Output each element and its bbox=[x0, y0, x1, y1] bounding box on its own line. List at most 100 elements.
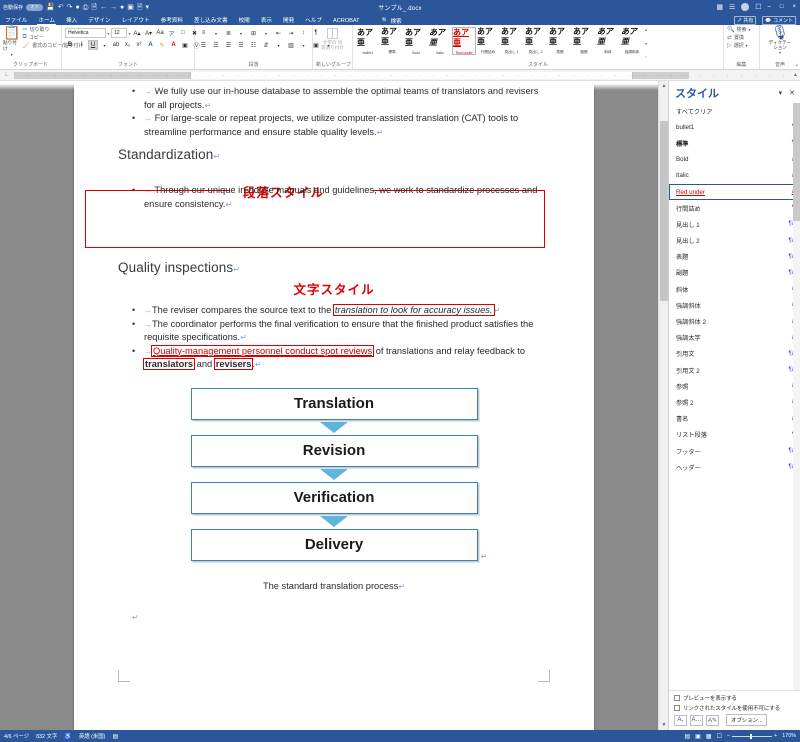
style-gallery-more-icon[interactable]: ▫ bbox=[645, 54, 647, 59]
tab-insert[interactable]: 挿入 bbox=[65, 16, 78, 25]
boxed-red-underline-phrase[interactable]: Quality-management personnel conduct spo… bbox=[150, 344, 375, 357]
redo-icon[interactable]: ↷ bbox=[67, 4, 73, 11]
document-body[interactable]: → We fully use our in-house database to … bbox=[85, 85, 550, 712]
language-indicator[interactable]: 英語 (米国) bbox=[79, 732, 106, 740]
close-icon[interactable]: ✕ bbox=[789, 89, 795, 97]
open2-icon[interactable]: 🗎 bbox=[137, 4, 143, 11]
style-gallery-item-normal[interactable]: あア亜 標準 bbox=[380, 27, 404, 55]
tab-review[interactable]: 校閲 bbox=[238, 16, 251, 25]
document-canvas[interactable]: → We fully use our in-house database to … bbox=[0, 81, 668, 730]
zoom-out-button[interactable]: − bbox=[727, 733, 730, 739]
heading-standardization[interactable]: Standardization↵ bbox=[118, 147, 550, 162]
quick-access-toolbar[interactable]: 自動保存 オフ 💾 ↶ ↷ ● ⎙ 🗎 ← → ● ▣ 🗎 ▾ bbox=[0, 3, 149, 11]
multilevel-list-icon[interactable]: ⊞ bbox=[248, 28, 259, 38]
boxed-italic-phrase[interactable]: translation to look for accuracy issues. bbox=[332, 304, 495, 316]
flowchart[interactable]: Translation Revision Verification Delive… bbox=[118, 387, 550, 561]
maximize-button[interactable]: □ bbox=[780, 4, 784, 10]
scroll-down-icon[interactable]: ▼ bbox=[659, 720, 668, 730]
web-layout-icon[interactable]: ▦ bbox=[706, 733, 712, 740]
text-effects-icon[interactable]: A bbox=[146, 40, 156, 50]
scroll-up-icon[interactable]: ▴ bbox=[645, 27, 647, 32]
style-item-reference-2[interactable]: 参照 2a bbox=[669, 394, 800, 410]
style-item-heading2[interactable]: 見出し 2 ¶a bbox=[669, 233, 800, 249]
style-item-bullet1[interactable]: bullet1¶ bbox=[669, 119, 800, 135]
character-shading-icon[interactable]: ▣ bbox=[180, 40, 190, 50]
styles-pane-scrollbar[interactable] bbox=[793, 103, 800, 690]
zoom-knob[interactable] bbox=[750, 733, 753, 739]
page-indicator[interactable]: 4/6 ページ bbox=[4, 732, 29, 740]
scroll-down-icon[interactable]: ▾ bbox=[645, 41, 647, 46]
style-item-strong-bold[interactable]: 強調太字a bbox=[669, 330, 800, 346]
document-page[interactable]: → We fully use our in-house database to … bbox=[74, 81, 594, 730]
record-icon[interactable]: ● bbox=[120, 4, 124, 11]
list-item[interactable]: →The reviser compares the source text to… bbox=[132, 304, 550, 318]
tab-references[interactable]: 参考資料 bbox=[160, 16, 184, 25]
ruler-toggle-icon[interactable]: ▲ bbox=[793, 72, 798, 78]
strikethrough-icon[interactable]: ab bbox=[111, 40, 121, 50]
heading-quality-inspections[interactable]: Quality inspections↵ bbox=[118, 260, 550, 275]
style-gallery-item-red-under[interactable]: あア亜 Red under bbox=[452, 27, 476, 55]
preview-checkbox[interactable]: プレビューを表示する bbox=[674, 694, 795, 702]
replace-button[interactable]: ⇄ 置換 bbox=[727, 34, 751, 41]
style-item-book-title[interactable]: 書名a bbox=[669, 411, 800, 427]
style-gallery-item-intense-emphasis[interactable]: あア亜 強調斜体 bbox=[620, 27, 644, 55]
style-item-red-under[interactable]: Red undera bbox=[669, 183, 800, 201]
list-item[interactable]: →Quality-management personnel conduct sp… bbox=[132, 344, 550, 372]
tab-help[interactable]: ヘルプ bbox=[304, 16, 323, 25]
style-item-no-spacing[interactable]: 行間詰め¶ bbox=[669, 200, 800, 216]
chevron-down-icon[interactable]: ▾ bbox=[749, 27, 751, 32]
new-style-button[interactable]: A + bbox=[674, 714, 687, 726]
style-item-emphasis[interactable]: 斜体a bbox=[669, 281, 800, 297]
character-border-icon[interactable]: □ bbox=[178, 28, 188, 38]
style-gallery-item-heading2[interactable]: あア亜 見出し 2 bbox=[524, 27, 548, 55]
select-button[interactable]: ▷ 選択 ▾ bbox=[727, 42, 751, 49]
boxed-bold-phrase-1[interactable]: translators bbox=[142, 358, 196, 370]
list-item[interactable]: → Through our unique in-house manuals an… bbox=[132, 184, 550, 211]
style-gallery-item-emphasis[interactable]: あア亜 斜体 bbox=[596, 27, 620, 55]
list-item[interactable]: → We fully use our in-house database to … bbox=[132, 85, 550, 112]
style-item-intense-emphasis-2[interactable]: 強調斜体 2a bbox=[669, 313, 800, 329]
font-size-chevron-icon[interactable]: ▾ bbox=[129, 31, 131, 36]
chevron-down-icon[interactable]: ▾ bbox=[779, 50, 781, 55]
style-gallery[interactable]: あア亜 bullet1 あア亜 標準 あア亜 Bold あア亜 Italic あ… bbox=[356, 26, 647, 59]
superscript-icon[interactable]: x² bbox=[134, 40, 144, 50]
justify-icon[interactable]: ☰ bbox=[236, 40, 247, 50]
sort-icon[interactable]: ↕ bbox=[298, 28, 309, 38]
style-icon[interactable]: ▣ bbox=[127, 4, 134, 11]
style-item-subtitle[interactable]: 副題 ¶a bbox=[669, 265, 800, 281]
accessibility-icon[interactable]: ♿ bbox=[64, 733, 71, 740]
multilevel-chevron-icon[interactable]: ▾ bbox=[261, 28, 272, 38]
ribbon-tabs[interactable]: ファイル ホーム 挿入 デザイン レイアウト 参考資料 差し込み文書 校閲 表示… bbox=[0, 14, 800, 25]
line-spacing-chevron-icon[interactable]: ▾ bbox=[273, 40, 284, 50]
numbering-icon[interactable]: ≣ bbox=[223, 28, 234, 38]
style-item-italic[interactable]: Italica bbox=[669, 168, 800, 184]
distribute-text-button[interactable]: ◫ 文字の 均等割り付け bbox=[321, 25, 345, 50]
shading-icon[interactable]: ▧ bbox=[286, 40, 297, 50]
word-count[interactable]: 832 文字 bbox=[36, 732, 57, 740]
text-highlight-icon[interactable]: ✎ bbox=[157, 40, 167, 50]
numbering-chevron-icon[interactable]: ▾ bbox=[236, 28, 247, 38]
dictate-button[interactable]: 🎙 ディクテーション ▾ bbox=[768, 25, 792, 55]
boxed-bold-phrase-2[interactable]: revisers bbox=[213, 358, 254, 370]
style-gallery-item-bullet1[interactable]: あア亜 bullet1 bbox=[356, 27, 380, 55]
style-gallery-item-title[interactable]: あア亜 表題 bbox=[548, 27, 572, 55]
list-item[interactable]: →The coordinator performs the final veri… bbox=[132, 318, 550, 345]
manage-styles-button[interactable]: A✎ bbox=[706, 714, 719, 726]
zoom-slider[interactable]: − + bbox=[727, 733, 777, 739]
avatar[interactable] bbox=[741, 3, 750, 11]
forward-icon[interactable]: → bbox=[110, 4, 117, 11]
font-name-box[interactable]: Helvetica bbox=[65, 28, 106, 38]
phonetic-guide-icon[interactable]: ア bbox=[167, 28, 177, 38]
flow-step-revision[interactable]: Revision bbox=[190, 434, 478, 467]
tab-developer[interactable]: 開発 bbox=[282, 16, 295, 25]
style-item-footer[interactable]: フッター ¶a bbox=[669, 443, 800, 459]
zoom-track[interactable] bbox=[732, 733, 773, 739]
ribbon-search[interactable]: 🔍 検索 bbox=[382, 17, 402, 25]
chevron-down-icon[interactable]: ▾ bbox=[11, 52, 13, 57]
underline-icon[interactable]: U bbox=[88, 40, 98, 50]
minimize-button[interactable]: – bbox=[768, 4, 771, 10]
search-tools-icon[interactable]: ☰ bbox=[729, 4, 735, 11]
autosave-toggle[interactable]: オフ bbox=[26, 3, 44, 11]
close-button[interactable]: × bbox=[792, 4, 796, 10]
focus-icon[interactable]: ☐ bbox=[717, 733, 722, 740]
